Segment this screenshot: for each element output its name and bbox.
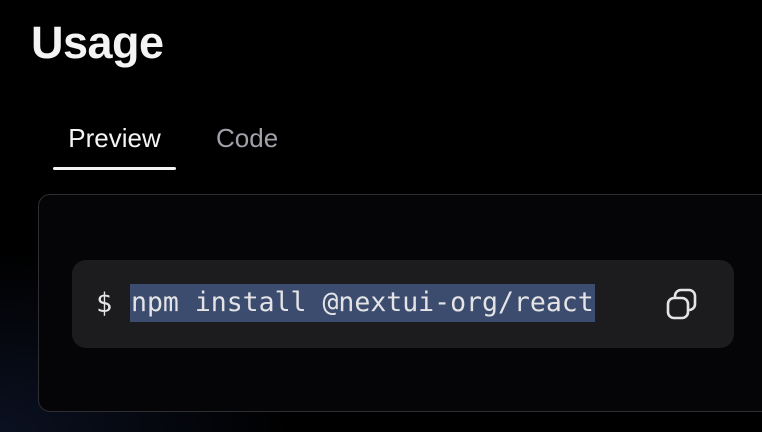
tab-preview[interactable]: Preview [53,110,176,170]
install-command[interactable]: npm install @nextui-org/react [130,284,595,322]
prompt-symbol: $ [96,288,113,319]
copy-icon [666,288,697,320]
code-snippet: $ npm install @nextui-org/react [72,260,734,348]
page-title: Usage [31,17,164,68]
copy-button[interactable] [664,286,700,322]
tab-list: Preview Code [53,110,306,170]
tab-code[interactable]: Code [216,110,306,170]
